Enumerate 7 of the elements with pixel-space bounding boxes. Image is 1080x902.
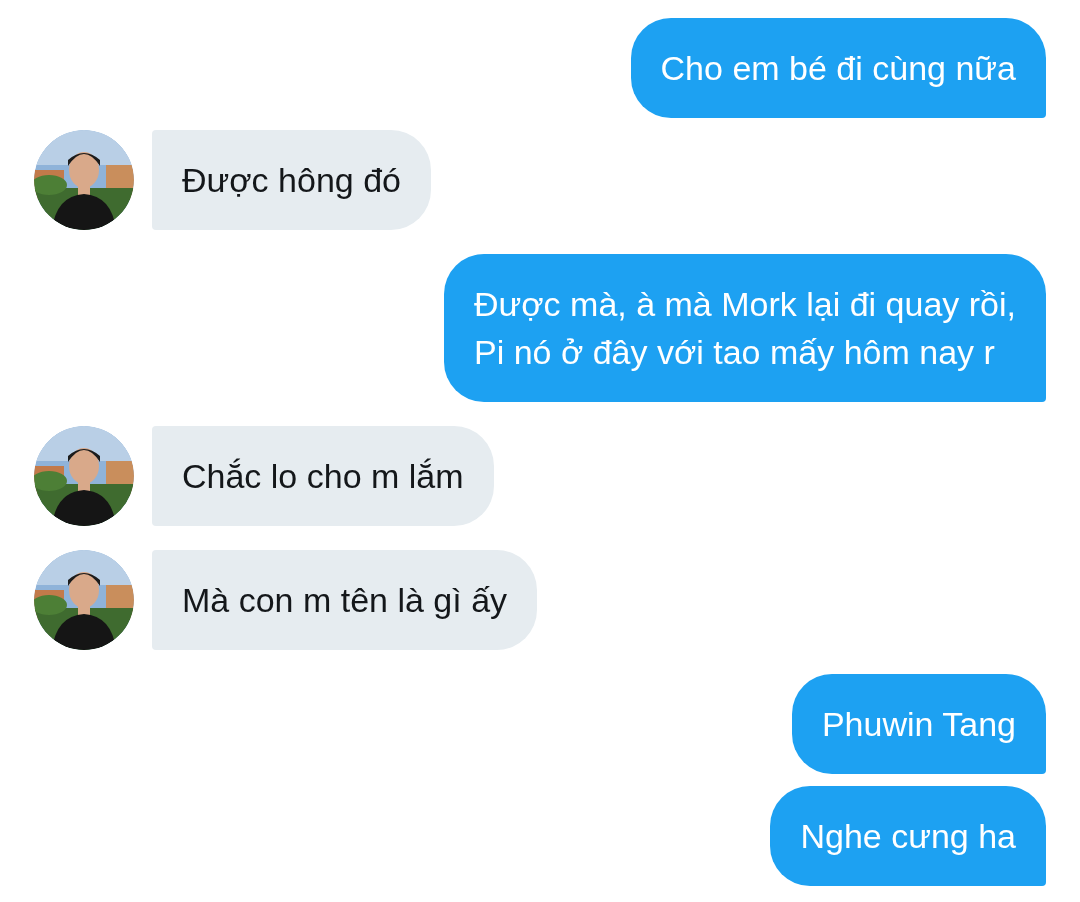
message-bubble: Phuwin Tang — [791, 674, 1046, 774]
message-bubble: Chắc lo cho m lắm — [152, 426, 494, 526]
message-bubble: Nghe cưng ha — [770, 786, 1046, 886]
message-bubble: Được hông đó — [152, 130, 431, 230]
message-bubble: Được mà, à mà Mork lại đi quay rồi, Pi nó ở đây với tao mấy hôm nay r — [444, 254, 1046, 402]
message-bubble: Cho em bé đi cùng nữa — [630, 18, 1046, 118]
message-bubble: Mà con m tên là gì ấy — [152, 550, 538, 650]
